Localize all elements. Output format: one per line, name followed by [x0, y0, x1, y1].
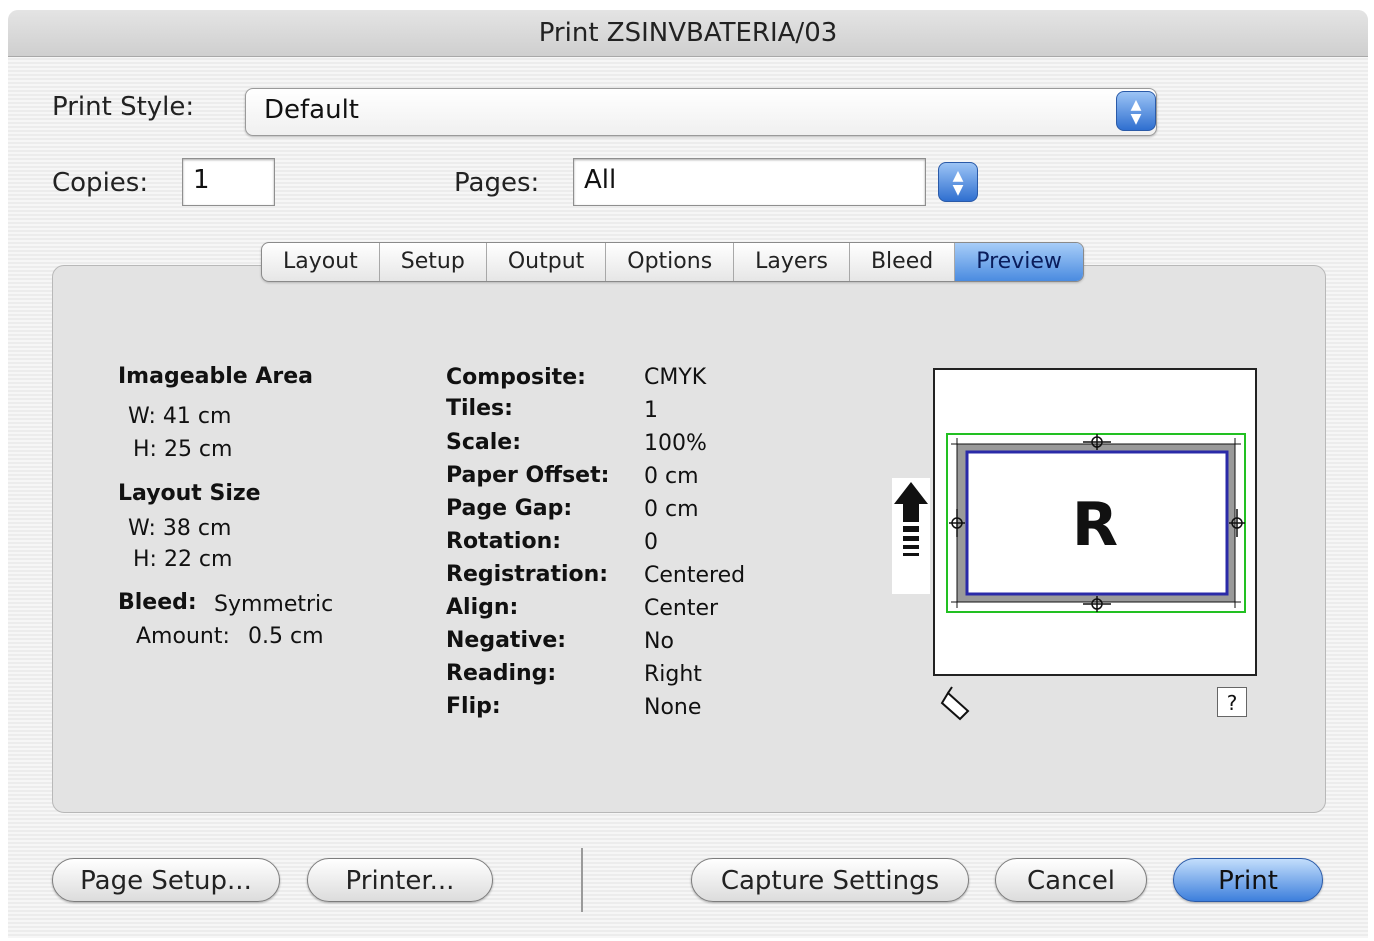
detail-align-label: Align:: [446, 595, 519, 620]
detail-registration-label: Registration:: [446, 562, 609, 587]
imageable-area-heading: Imageable Area: [118, 364, 313, 389]
layout-size-height: H: 22 cm: [133, 547, 233, 572]
detail-align-value: Center: [644, 596, 719, 621]
detail-rotation-label: Rotation:: [446, 529, 562, 554]
print-style-select[interactable]: Default ▲ ▼: [245, 88, 1157, 136]
layout-size-heading: Layout Size: [118, 481, 261, 506]
capture-settings-button[interactable]: Capture Settings: [691, 858, 969, 902]
detail-reading-value: Right: [644, 662, 702, 687]
detail-flip-value: None: [644, 695, 702, 720]
tab-bar: Layout Setup Output Options Layers Bleed…: [261, 242, 1084, 282]
tab-bleed[interactable]: Bleed: [850, 243, 956, 281]
detail-page-gap-value: 0 cm: [644, 497, 699, 522]
copies-field[interactable]: 1: [182, 158, 275, 206]
tab-output[interactable]: Output: [487, 243, 607, 281]
page-preview: R: [933, 368, 1257, 676]
detail-paper-offset-label: Paper Offset:: [446, 463, 610, 488]
detail-composite-value: CMYK: [644, 365, 707, 390]
tab-setup[interactable]: Setup: [380, 243, 487, 281]
detail-negative-label: Negative:: [446, 628, 567, 653]
detail-reading-label: Reading:: [446, 661, 557, 686]
imageable-area-width: W: 41 cm: [128, 404, 232, 429]
print-style-stepper-icon[interactable]: ▲ ▼: [1116, 91, 1156, 131]
help-button[interactable]: ?: [1217, 687, 1247, 717]
window-title: Print ZSINVBATERIA/03: [8, 10, 1368, 57]
tab-preview[interactable]: Preview: [955, 243, 1083, 281]
detail-tiles-value: 1: [644, 398, 658, 423]
print-dialog: Print ZSINVBATERIA/03 Print Style: Defau…: [8, 10, 1368, 938]
detail-composite-label: Composite:: [446, 365, 586, 390]
cancel-button[interactable]: Cancel: [995, 858, 1147, 902]
tab-layout[interactable]: Layout: [262, 243, 380, 281]
pages-field[interactable]: All: [573, 158, 926, 206]
copies-label: Copies:: [52, 168, 149, 198]
bleed-amount-value: 0.5 cm: [248, 624, 324, 649]
bleed-label: Bleed:: [118, 590, 197, 615]
pages-stepper-icon[interactable]: ▲ ▼: [938, 162, 978, 202]
detail-rotation-value: 0: [644, 530, 658, 555]
imageable-area-height: H: 25 cm: [133, 437, 233, 462]
pages-label: Pages:: [454, 168, 540, 198]
detail-tiles-label: Tiles:: [446, 396, 513, 421]
detail-registration-value: Centered: [644, 563, 746, 588]
layout-size-width: W: 38 cm: [128, 516, 232, 541]
printer-button[interactable]: Printer...: [307, 858, 493, 902]
detail-paper-offset-value: 0 cm: [644, 464, 699, 489]
bleed-value: Symmetric: [214, 592, 334, 617]
print-button[interactable]: Print: [1173, 858, 1323, 902]
tag-icon[interactable]: [938, 685, 978, 725]
tab-layers[interactable]: Layers: [734, 243, 850, 281]
preview-page-letter: R: [1071, 490, 1119, 560]
detail-scale-label: Scale:: [446, 430, 521, 455]
detail-flip-label: Flip:: [446, 694, 501, 719]
detail-negative-value: No: [644, 629, 674, 654]
page-setup-button[interactable]: Page Setup...: [52, 858, 280, 902]
print-style-label: Print Style:: [52, 92, 195, 122]
detail-page-gap-label: Page Gap:: [446, 496, 573, 521]
print-style-value: Default: [264, 95, 359, 125]
feed-direction-arrow-icon: [892, 478, 930, 594]
button-separator: [581, 848, 583, 912]
detail-scale-value: 100%: [644, 431, 707, 456]
tab-options[interactable]: Options: [606, 243, 735, 281]
bleed-amount-label: Amount:: [136, 624, 230, 649]
